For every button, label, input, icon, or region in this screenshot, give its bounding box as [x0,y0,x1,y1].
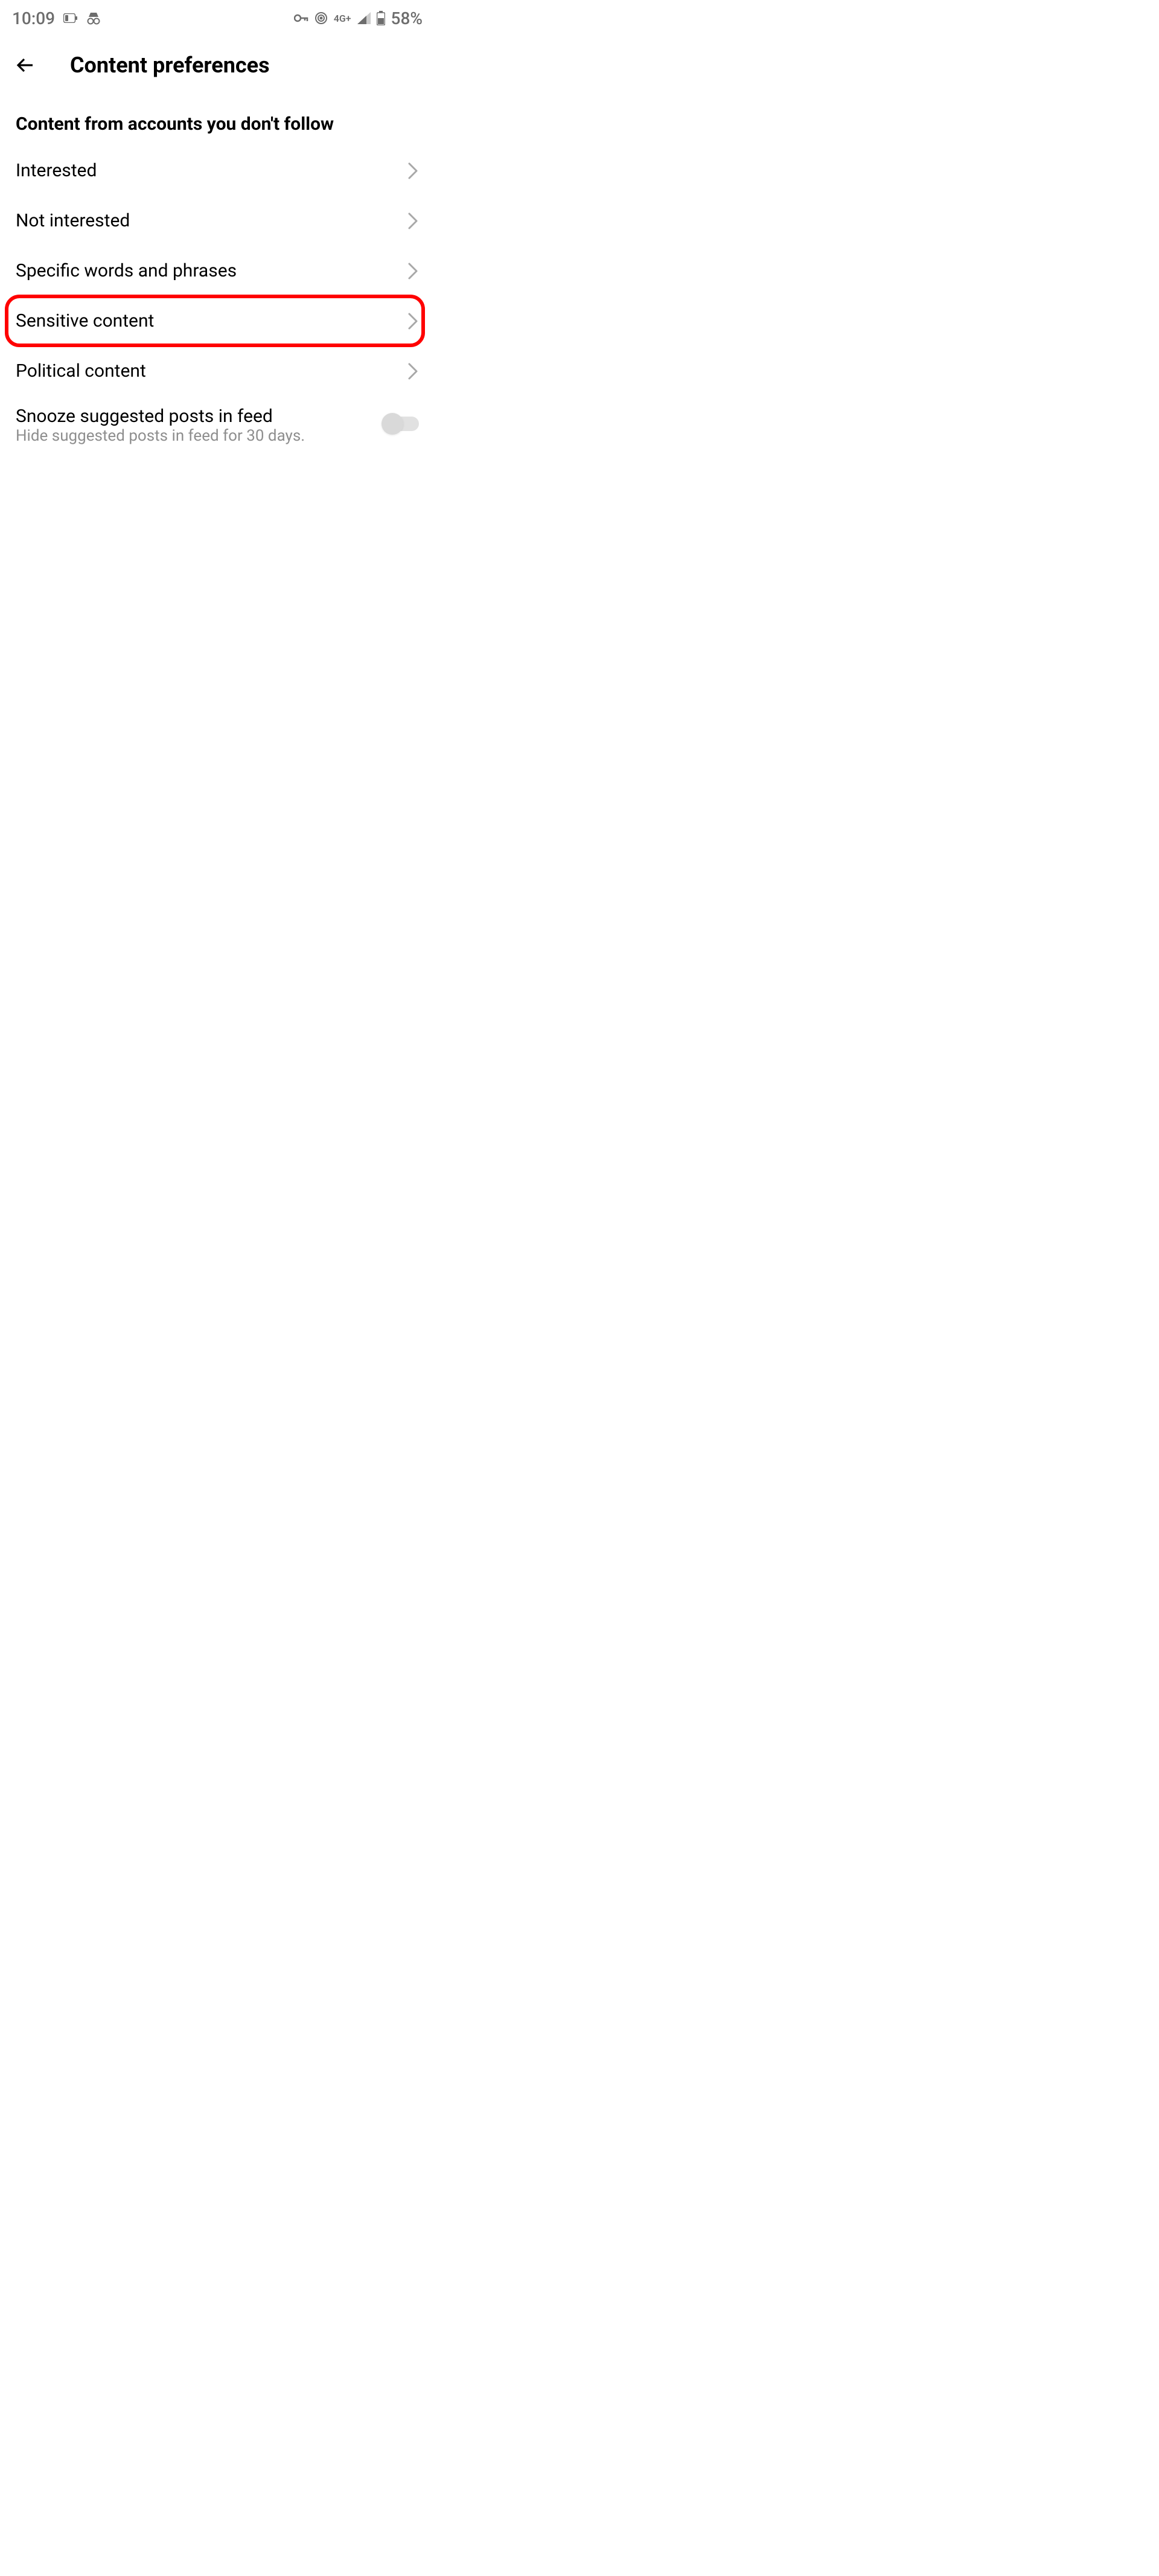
list-item-specific-words[interactable]: Specific words and phrases [0,246,435,296]
chevron-right-icon [407,362,419,381]
section-heading: Content from accounts you don't follow [0,94,435,145]
network-type: 4G+ [334,13,351,24]
list-item-label: Not interested [16,210,130,231]
list-item-label: Specific words and phrases [16,260,237,281]
back-button[interactable] [11,51,40,80]
phone-screen: 10:09 [0,0,435,455]
toggle-description: Hide suggested posts in feed for 30 days… [16,427,373,445]
toggle-text: Snooze suggested posts in feed Hide sugg… [16,406,373,445]
hotspot-icon [314,11,328,25]
list-item-label: Sensitive content [16,310,154,331]
toggle-item-snooze: Snooze suggested posts in feed Hide sugg… [0,396,435,455]
toggle-label: Snooze suggested posts in feed [16,406,373,427]
list-item-interested[interactable]: Interested [0,145,435,196]
status-left: 10:09 [12,8,101,28]
chevron-right-icon [407,261,419,281]
list-item-sensitive-content[interactable]: Sensitive content [0,296,435,346]
status-bar: 10:09 [0,0,435,36]
list-item-label: Political content [16,360,146,382]
chevron-right-icon [407,211,419,231]
key-icon [294,14,308,22]
chevron-right-icon [407,312,419,331]
page-title: Content preferences [70,53,270,78]
battery-icon [377,11,385,25]
status-time: 10:09 [12,8,55,28]
battery-small-icon [63,13,78,23]
signal-icon [357,12,371,24]
list-item-political-content[interactable]: Political content [0,346,435,396]
list-item-label: Interested [16,160,97,181]
toggle-switch-snooze[interactable] [385,417,419,431]
header: Content preferences [0,36,435,94]
list-item-not-interested[interactable]: Not interested [0,196,435,246]
battery-percent: 58% [391,8,423,28]
incognito-icon [86,11,101,25]
arrow-left-icon [13,53,37,77]
toggle-thumb [382,413,403,435]
chevron-right-icon [407,161,419,181]
status-right: 4G+ 58% [294,8,423,28]
